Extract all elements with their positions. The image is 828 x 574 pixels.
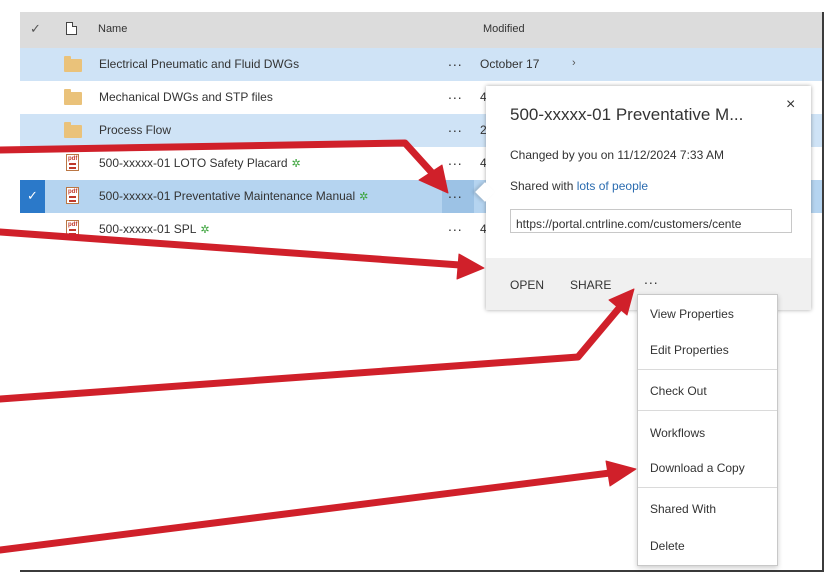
screenshot-stage: ✓ Name Modified Electrical Pneumatic and… — [0, 0, 828, 574]
annotation-arrows — [0, 139, 637, 554]
annotation-arrow — [0, 460, 637, 554]
annotation-arrow — [0, 139, 449, 194]
annotation-arrow — [0, 228, 485, 280]
annotation-arrow — [0, 288, 635, 403]
